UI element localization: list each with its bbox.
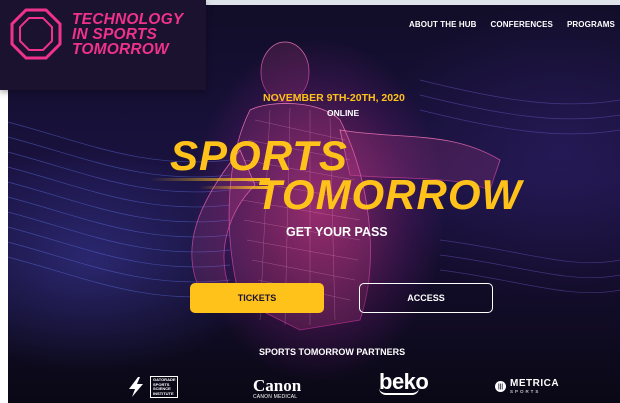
partner-canon-logo[interactable]: Canon CANON MEDICAL <box>253 376 302 400</box>
canon-wordmark: Canon <box>253 376 302 395</box>
canon-subtitle: CANON MEDICAL <box>253 394 298 400</box>
logo-octagon-icon <box>10 8 62 60</box>
bolt-icon <box>129 377 143 397</box>
partner-beko-logo[interactable]: beko <box>379 369 429 395</box>
beko-wordmark: beko <box>379 369 429 394</box>
metrica-bars-icon: ||| <box>495 381 506 392</box>
logo-line: IN SPORTS <box>72 26 158 43</box>
logo-line: TOMORROW <box>72 41 169 58</box>
partners-title: SPORTS TOMORROW PARTNERS <box>259 347 406 357</box>
partner-gatorade-logo[interactable]: GATORADE SPORTS SCIENCE INSTITUTE <box>125 376 178 398</box>
nav-about-the-hub[interactable]: ABOUT THE HUB <box>409 20 477 29</box>
tickets-button[interactable]: TICKETS <box>190 283 324 313</box>
metrica-wordmark: METRICA <box>510 378 560 389</box>
logo-line: TECHNOLOGY <box>72 11 184 28</box>
partner-metrica-logo[interactable]: ||| METRICA SPORTS <box>495 379 559 394</box>
site-logo[interactable]: TECHNOLOGY IN SPORTS TOMORROW <box>0 0 206 90</box>
hero-subtitle: GET YOUR PASS <box>286 225 388 239</box>
logo-wordmark: TECHNOLOGY IN SPORTS TOMORROW <box>72 11 184 58</box>
access-button[interactable]: ACCESS <box>359 283 493 313</box>
page: TECHNOLOGY IN SPORTS TOMORROW ABOUT THE … <box>0 0 620 403</box>
gatorade-wordmark: GATORADE SPORTS SCIENCE INSTITUTE <box>150 376 178 398</box>
hero-title-line2: TOMORROW <box>256 171 523 218</box>
metrica-subtitle: SPORTS <box>510 389 541 394</box>
main-nav: ABOUT THE HUB CONFERENCES PROGRAMS E <box>409 20 620 29</box>
event-dates: NOVEMBER 9TH-20TH, 2020 <box>263 92 405 104</box>
nav-conferences[interactable]: CONFERENCES <box>491 20 553 29</box>
event-format: ONLINE <box>327 108 360 118</box>
nav-programs[interactable]: PROGRAMS <box>567 20 615 29</box>
